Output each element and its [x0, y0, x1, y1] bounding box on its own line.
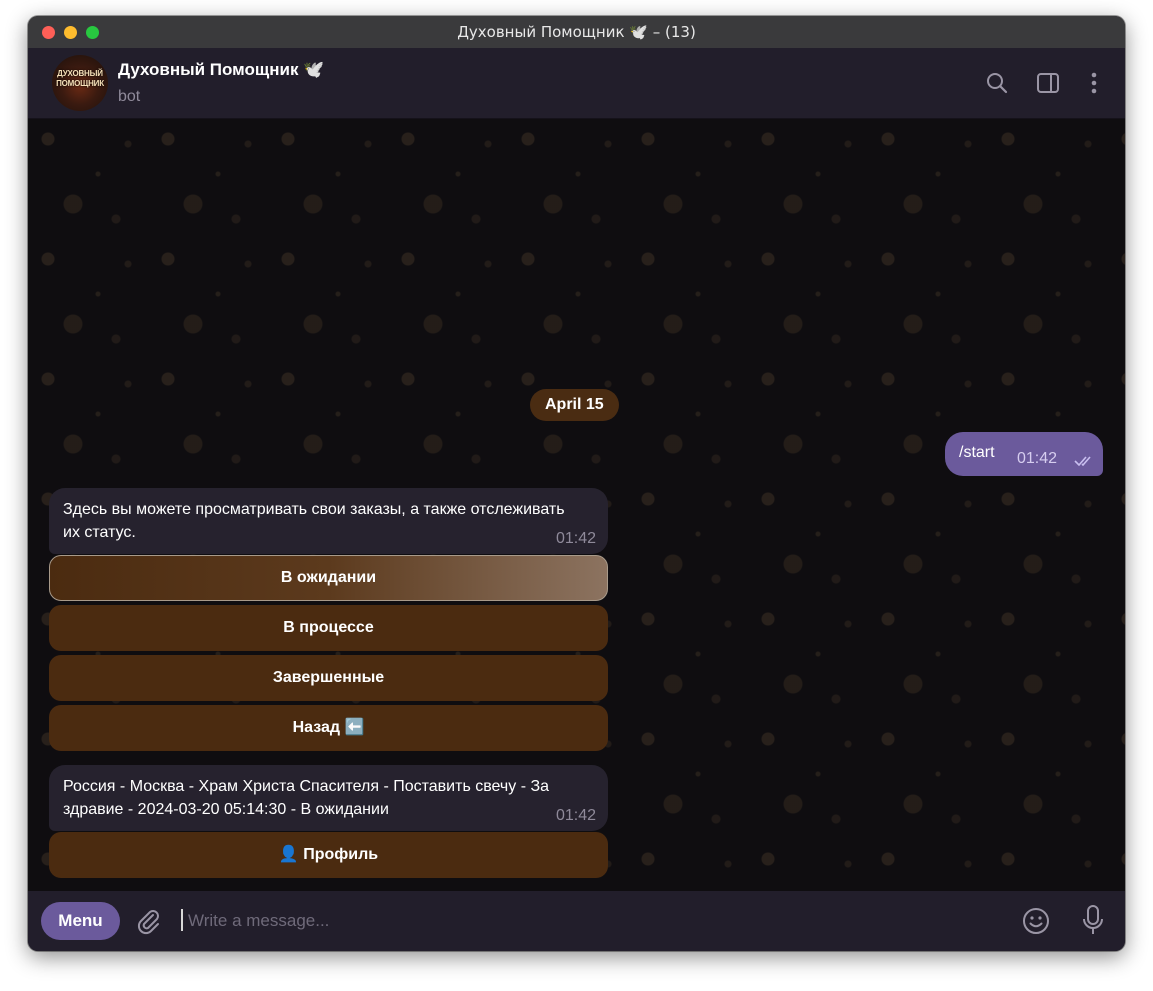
keyboard-button-completed[interactable]: Завершенные	[49, 655, 608, 701]
avatar-logo-text: ДУХОВНЫЙ ПОМОЩНИК	[56, 69, 104, 88]
close-window-button[interactable]	[42, 26, 55, 39]
message-composer: Menu	[28, 891, 1125, 951]
incoming-message[interactable]: Здесь вы можете просматривать свои заказ…	[49, 488, 608, 554]
message-text: /start	[959, 444, 995, 461]
message-time: 01:42	[1017, 450, 1058, 467]
window-title: Духовный Помощник 🕊️ – (13)	[457, 23, 696, 41]
text-caret	[181, 909, 183, 931]
keyboard-button-in-progress[interactable]: В процессе	[49, 605, 608, 651]
zoom-window-button[interactable]	[86, 26, 99, 39]
message-input[interactable]	[186, 905, 990, 937]
keyboard-button-pending[interactable]: В ожидании	[49, 555, 608, 601]
microphone-icon[interactable]	[1080, 904, 1106, 936]
chat-header: ДУХОВНЫЙ ПОМОЩНИК Духовный Помощник 🕊️ b…	[28, 48, 1125, 119]
emoji-icon[interactable]	[1021, 906, 1051, 936]
keyboard-button-back[interactable]: Назад ⬅️	[49, 705, 608, 751]
telegram-window: Духовный Помощник 🕊️ – (13) ДУХОВНЫЙ ПОМ…	[28, 16, 1125, 951]
sidebar-toggle-icon[interactable]	[1035, 70, 1061, 96]
message-text: Россия - Москва - Храм Христа Спасителя …	[63, 778, 550, 818]
message-text: Здесь вы можете просматривать свои заказ…	[63, 501, 565, 541]
attach-icon[interactable]	[134, 907, 162, 935]
search-icon[interactable]	[984, 70, 1010, 96]
chat-title[interactable]: Духовный Помощник 🕊️	[118, 60, 324, 80]
chat-messages-area[interactable]: April 15 /start 01:42 Здесь вы можете пр…	[28, 119, 1125, 891]
title-bar: Духовный Помощник 🕊️ – (13)	[28, 16, 1125, 48]
window-controls	[42, 26, 99, 39]
outgoing-message[interactable]: /start 01:42	[945, 432, 1103, 476]
date-separator: April 15	[530, 389, 619, 421]
bot-menu-button[interactable]: Menu	[41, 902, 120, 940]
chat-subtitle: bot	[118, 88, 141, 105]
double-check-icon	[1074, 456, 1091, 466]
more-vertical-icon[interactable]	[1081, 70, 1107, 96]
message-time: 01:42	[555, 530, 596, 547]
incoming-message[interactable]: Россия - Москва - Храм Христа Спасителя …	[49, 765, 608, 831]
message-time: 01:42	[555, 807, 596, 824]
keyboard-button-profile[interactable]: 👤 Профиль	[49, 832, 608, 878]
minimize-window-button[interactable]	[64, 26, 77, 39]
avatar[interactable]: ДУХОВНЫЙ ПОМОЩНИК	[52, 55, 108, 111]
